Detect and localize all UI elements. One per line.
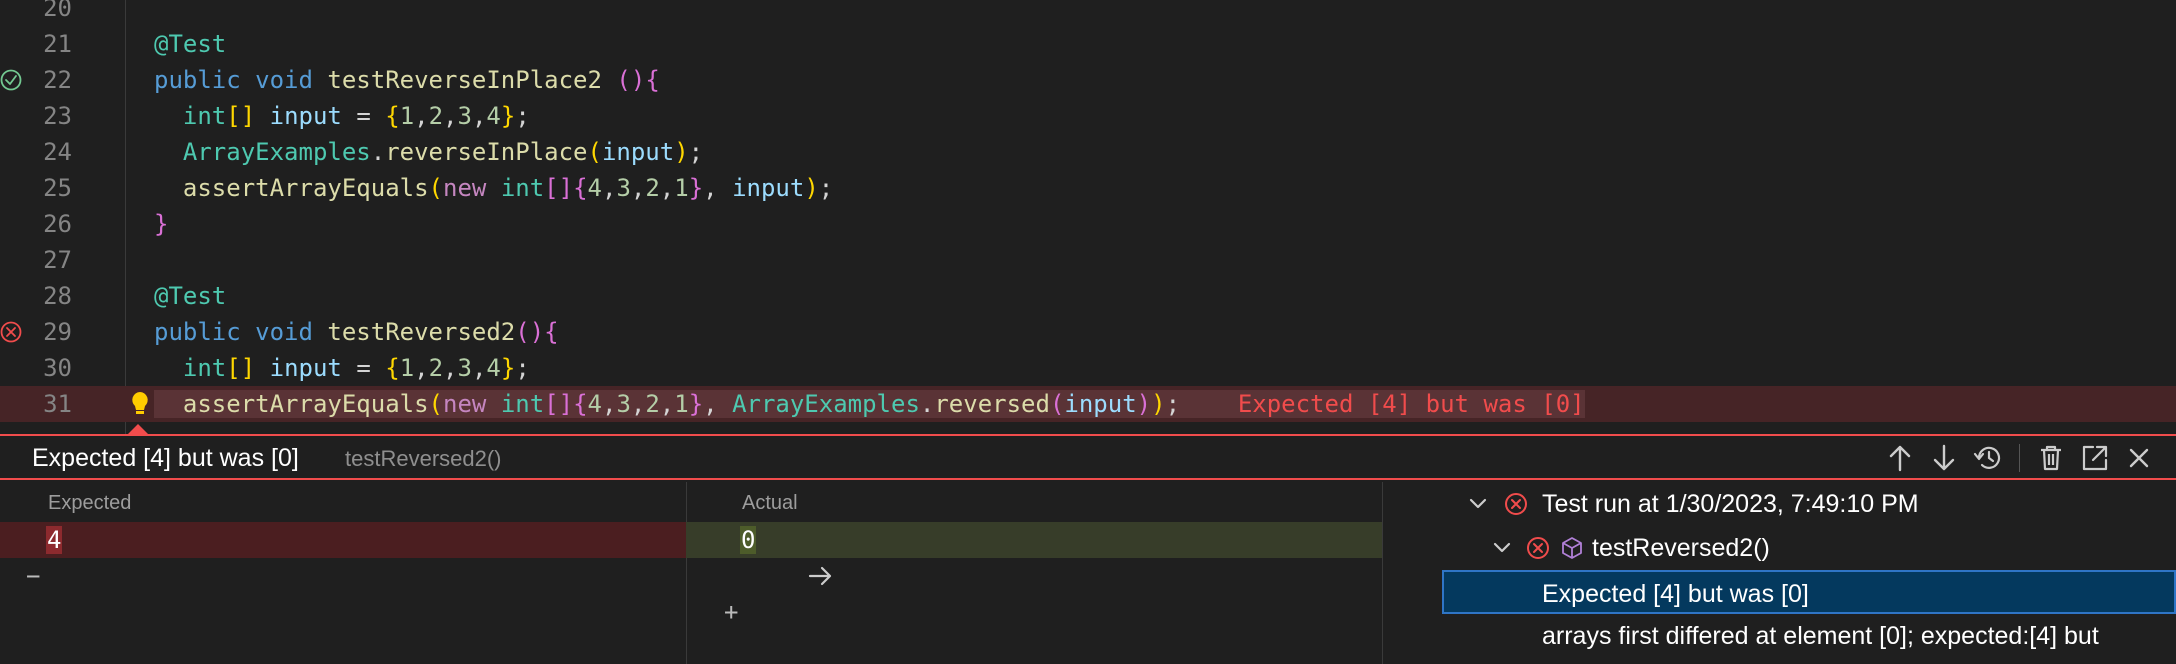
code-line[interactable]: 30 int[] input = {1,2,3,4}; [0,350,2176,386]
expected-pane[interactable]: Expected − 4 [0,482,686,664]
tree-item-detail[interactable]: arrays first differed at element [0]; ex… [1442,614,2176,658]
actual-value: 0 [740,526,757,554]
lightbulb-icon[interactable] [128,390,152,418]
inline-error-message: Expected [4] but was [0] [1180,390,1585,418]
line-number: 20 [43,0,72,22]
code-text: } [154,210,169,238]
code-text: ArrayExamples.reverseInPlace(input); [182,138,704,166]
tree-item-test-run[interactable]: Test run at 1/30/2023, 7:49:10 PM [1442,482,2176,526]
line-number: 22 [43,66,72,94]
code-line[interactable]: 27 [0,242,2176,278]
error-icon [1505,493,1527,515]
line-number: 27 [43,246,72,274]
line-number: 31 [43,390,72,418]
arrow-up-icon[interactable] [1883,443,1917,473]
code-line[interactable]: 24 ArrayExamples.reverseInPlace(input); [0,134,2176,170]
code-text: public void testReversed2(){ [154,318,559,346]
line-number: 25 [43,174,72,202]
added-sign: + [724,598,739,626]
line-number: 21 [43,30,72,58]
test-name-label: testReversed2() [1592,534,1770,562]
code-text: assertArrayEquals(new int[]{4,3,2,1}, Ar… [154,386,1585,422]
actual-diff-row: + 0 [686,522,1382,626]
chevron-down-icon[interactable] [1492,538,1512,558]
history-icon[interactable] [1971,443,2005,473]
pane-divider [1382,482,1383,664]
expected-value: 4 [46,526,63,554]
code-text: @Test [154,30,227,58]
chevron-down-icon[interactable] [1468,494,1488,514]
method-cube-icon [1562,537,1582,559]
code-line[interactable]: 25 assertArrayEquals(new int[]{4,3,2,1},… [0,170,2176,206]
line-number: 29 [43,318,72,346]
peek-body: Expected − 4 Actual + 0 Test run at 1/30… [0,482,2176,664]
code-line[interactable]: 26} [0,206,2176,242]
error-icon [1527,537,1549,559]
arrow-right-icon[interactable] [690,522,831,586]
peek-header: Expected [4] but was [0] testReversed2() [0,436,2176,480]
peek-pointer [127,424,149,435]
code-editor[interactable]: 20 21 @Test 22 public void testReverseInPlac… [0,0,2176,434]
code-line[interactable]: 21 @Test [0,26,2176,62]
actual-pane[interactable]: Actual + 0 [686,482,1382,664]
detail-label: arrays first differed at element [0]; ex… [1542,622,2099,650]
peek-title: Expected [4] but was [0] [32,444,299,472]
removed-sign: − [26,562,41,590]
test-run-label: Test run at 1/30/2023, 7:49:10 PM [1542,490,1919,518]
code-line[interactable]: 29 public void testReversed2(){ [0,314,2176,350]
code-line[interactable]: 22 public void testReverseInPlace2 (){ [0,62,2176,98]
expected-overview-ruler [660,482,686,664]
line-number: 23 [43,102,72,130]
tree-item-message[interactable]: Expected [4] but was [0] [1442,570,2176,614]
message-label: Expected [4] but was [0] [1542,580,1809,608]
line-number: 28 [43,282,72,310]
peek-actions [1883,443,2156,473]
open-external-icon[interactable] [2078,443,2112,473]
arrow-down-icon[interactable] [1927,443,1961,473]
code-text: @Test [154,282,227,310]
expected-label: Expected [48,492,132,514]
line-number: 26 [43,210,72,238]
code-text: int[] input = {1,2,3,4}; [182,354,530,382]
actual-overview-ruler [1356,482,1382,664]
line-number: 24 [43,138,72,166]
code-line[interactable]: 20 [0,0,2176,26]
actual-label: Actual [742,492,798,514]
test-results-tree[interactable]: Test run at 1/30/2023, 7:49:10 PM testRe… [1442,482,2176,664]
trash-icon[interactable] [2034,443,2068,473]
code-text: public void testReverseInPlace2 (){ [154,66,660,94]
code-text: int[] input = {1,2,3,4}; [182,102,530,130]
close-icon[interactable] [2122,443,2156,473]
code-text: assertArrayEquals(new int[]{4,3,2,1}, in… [182,174,834,202]
code-line[interactable]: 28 @Test [0,278,2176,314]
expected-diff-row: − 4 [0,522,686,590]
line-number: 30 [43,354,72,382]
code-line[interactable]: 31 assertArrayEquals(new int[]{4,3,2,1},… [0,386,2176,422]
peek-subtitle[interactable]: testReversed2() [345,446,502,472]
tree-item-test[interactable]: testReversed2() [1442,526,2176,570]
toolbar-separator [2019,444,2020,472]
code-line[interactable]: 23 int[] input = {1,2,3,4}; [0,98,2176,134]
